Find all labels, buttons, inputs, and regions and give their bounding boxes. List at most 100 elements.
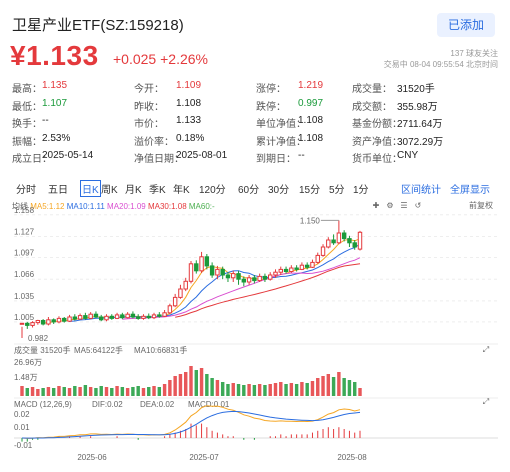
y-tick-label: 1.035	[14, 292, 35, 301]
ma-line	[43, 238, 361, 324]
candle-body	[294, 267, 299, 270]
candle-body	[209, 265, 215, 276]
volume-bar	[220, 382, 225, 396]
volume-bar	[25, 388, 29, 396]
candle-body	[141, 315, 146, 319]
x-tick-label: 2025-06	[77, 453, 107, 462]
volume-legend-item: MA5:64122手	[74, 345, 123, 355]
candle-body	[162, 312, 167, 317]
volume-bar	[62, 387, 66, 396]
volume-bar	[257, 384, 262, 396]
volume-legend-item: MA10:66831手	[134, 345, 187, 355]
volume-bar	[73, 386, 77, 396]
candle-body	[62, 317, 67, 322]
volume-bar	[236, 384, 241, 396]
volume-bar	[247, 384, 251, 396]
volume-bar	[263, 385, 267, 396]
volume-bar	[147, 387, 151, 396]
candle-body	[77, 315, 83, 320]
candle-body	[172, 296, 178, 307]
volume-bar	[67, 388, 72, 396]
volume-mid-label: 1.48万	[14, 373, 38, 382]
volume-bar	[268, 384, 272, 396]
volume-bar	[36, 389, 40, 396]
candle-body	[40, 320, 46, 325]
candle-body	[25, 322, 30, 326]
candle-body	[151, 314, 157, 319]
volume-bar	[342, 378, 346, 396]
candle-body	[56, 317, 62, 323]
volume-bar	[110, 388, 114, 396]
candle-body	[99, 316, 104, 321]
volume-bar	[78, 387, 82, 396]
macd-y-tick: 0.01	[14, 423, 30, 432]
candle-body	[104, 315, 109, 321]
volume-bar	[57, 386, 61, 396]
volume-bar	[46, 387, 51, 396]
y-tick-label: 1.158	[14, 206, 35, 215]
macd-legend-item: DEA:0.02	[140, 400, 175, 409]
candle-body	[188, 263, 194, 282]
candle-body	[341, 232, 347, 240]
candle-body	[204, 256, 210, 267]
volume-bar	[20, 386, 24, 396]
y-tick-label: 1.127	[14, 228, 35, 237]
volume-bar	[273, 383, 278, 396]
candle-body	[51, 319, 56, 323]
candle-body	[241, 278, 247, 283]
expand-icon: ⤢	[482, 397, 489, 406]
candle-body	[299, 264, 305, 270]
volume-bar	[184, 372, 188, 396]
candle-body	[310, 261, 315, 268]
volume-bar	[231, 383, 235, 396]
candle-body	[120, 314, 125, 319]
candle-body	[135, 316, 141, 319]
ma-line	[122, 257, 361, 320]
candle-body	[262, 275, 268, 280]
candle-body	[220, 268, 225, 276]
candle-body	[88, 313, 93, 319]
candle-body	[289, 267, 294, 272]
candle-body	[109, 315, 114, 319]
volume-bar	[104, 387, 109, 396]
candle-body	[72, 316, 78, 320]
volume-bar	[51, 388, 56, 396]
candle-body	[357, 231, 363, 250]
candle-body	[273, 271, 278, 276]
volume-bar	[326, 374, 331, 396]
candle-body	[315, 254, 320, 263]
candle-body	[83, 315, 88, 319]
low-annotation: 0.982	[28, 334, 49, 343]
y-tick-label: 1.097	[14, 249, 35, 258]
volume-bar	[194, 370, 198, 396]
candle-body	[114, 314, 120, 319]
volume-bar	[83, 385, 88, 396]
candle-body	[199, 256, 204, 272]
volume-bar	[321, 376, 325, 396]
volume-bar	[136, 386, 140, 396]
settings-icon: ⚙	[386, 201, 393, 210]
candle-body	[215, 268, 220, 276]
volume-bar	[168, 380, 172, 396]
volume-bar	[337, 372, 341, 396]
volume-bar	[178, 374, 183, 396]
volume-bar	[41, 388, 45, 396]
volume-bar	[173, 376, 177, 396]
volume-bar	[331, 377, 336, 396]
y-tick-label: 1.066	[14, 270, 35, 279]
candle-body	[231, 273, 236, 279]
restore-toggle: 前复权	[469, 200, 493, 210]
volume-bar	[120, 387, 125, 396]
volume-bar	[131, 387, 135, 396]
volume-bar	[152, 386, 156, 396]
candle-body	[347, 238, 352, 244]
candle-body	[278, 268, 283, 273]
candle-body	[30, 322, 35, 326]
candle-body	[194, 263, 199, 272]
volume-bar	[226, 384, 230, 396]
volume-bar	[353, 382, 357, 396]
candle-body	[178, 288, 183, 298]
volume-bar	[162, 384, 167, 396]
candle-body	[336, 232, 342, 244]
crosshair-icon: ✚	[373, 201, 380, 210]
